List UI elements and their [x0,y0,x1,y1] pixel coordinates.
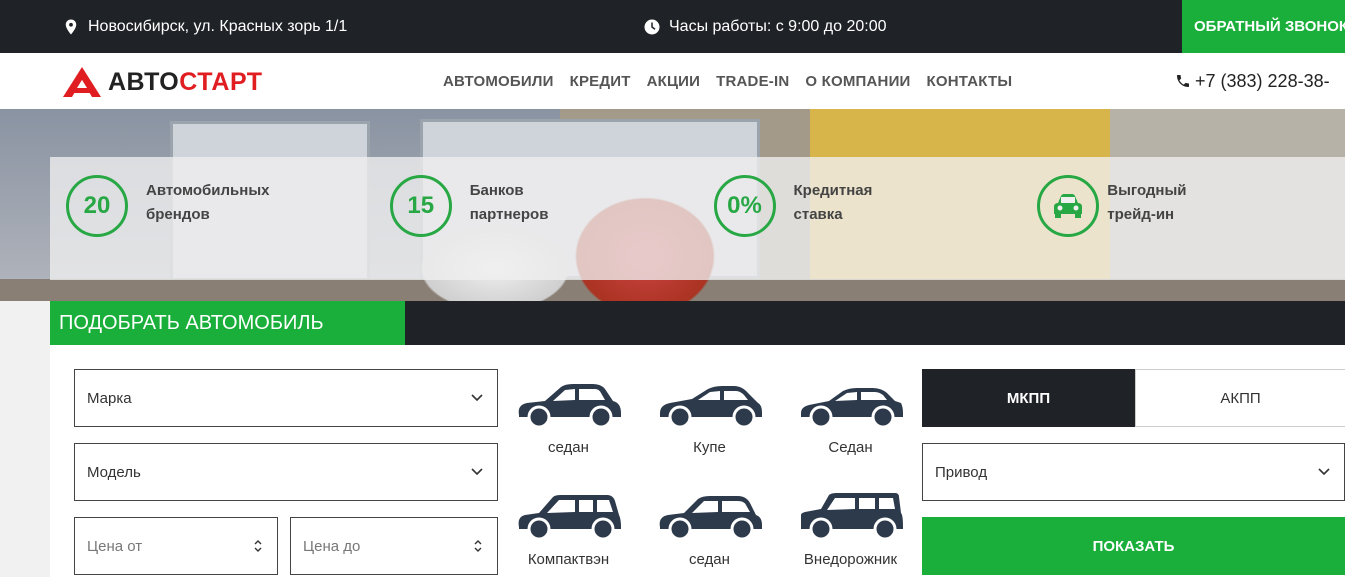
logo-text-part2: СТАРТ [179,67,263,96]
nav-cars[interactable]: АВТОМОБИЛИ [443,73,554,90]
hero-banner: 20 Автомобильных брендов 15 Банков партн… [0,109,1345,301]
stat-label: Кредитная ставка [794,179,944,227]
body-type-label: Седан [828,439,873,456]
hours-text: Часы работы: с 9:00 до 20:00 [669,17,887,35]
body-type-label: Внедорожник [803,551,898,568]
transmission-manual-tab[interactable]: МКПП [922,369,1135,427]
coupe-car-icon [659,386,762,429]
stat-value: 20 [66,175,128,237]
logo-mark-icon [63,67,101,97]
body-type-coupe[interactable]: Купе [652,381,767,491]
stat-label: Выгодный трейд-ин [1107,179,1257,227]
stat-trade-in-circle [1037,175,1100,237]
sedan-car-icon [518,384,621,429]
sedan-car-icon [659,496,762,541]
nav-credit[interactable]: КРЕДИТ [570,73,631,90]
nav-about[interactable]: О КОМПАНИИ [805,73,910,90]
stats-strip: 20 Автомобильных брендов 15 Банков партн… [50,157,1345,280]
price-from-placeholder: Цена от [87,537,143,555]
location-pin-icon [65,19,77,34]
stat-label-line: партнеров [469,206,549,223]
stat-label: Автомобильных брендов [146,179,296,227]
stat-label: Банков партнеров [470,179,620,227]
filter-header: ПОДОБРАТЬ АВТОМОБИЛЬ [50,301,1345,345]
nav-trade-in[interactable]: TRADE-IN [716,73,789,90]
price-from-input[interactable]: Цена от [74,517,278,575]
clock-icon [644,19,660,34]
top-bar: Новосибирск, ул. Красных зорь 1/1 Часы р… [0,0,1345,53]
body-type-label: седан [689,551,730,568]
stat-banks: 15 Банков партнеров [374,157,698,280]
body-type-sedan-2[interactable]: Седан [793,381,908,491]
stat-credit-rate: 0% Кредитная ставка [698,157,1022,280]
suv-car-icon [800,493,903,541]
show-results-button[interactable]: ПОКАЗАТЬ [922,517,1345,575]
stat-trade-in: Выгодный трейд-ин [1021,157,1345,280]
car-filter-form: Марка Модель Цена от Цена до седан Купе [50,345,1345,577]
main-nav: АВТОМОБИЛИ КРЕДИТ АКЦИИ TRADE-IN О КОМПА… [443,53,1028,109]
number-spinner-icon[interactable] [473,538,483,554]
brand-select-label: Марка [87,389,132,407]
number-spinner-icon[interactable] [253,538,263,554]
stat-value: 15 [389,175,452,237]
price-to-input[interactable]: Цена до [290,517,498,575]
stat-label-line: Выгодный [1107,182,1187,199]
stat-value: 0% [713,175,776,237]
body-type-suv[interactable]: Внедорожник [793,493,908,577]
body-type-label: седан [548,439,589,456]
stat-label-line: Банков [469,182,524,199]
brand-select[interactable]: Марка [74,369,498,427]
logo[interactable]: АВТОСТАРТ [62,66,263,98]
nav-promotions[interactable]: АКЦИИ [647,73,701,90]
phone-number: +7 (383) 228-38- [1195,70,1330,91]
body-type-label: Компактвэн [527,551,610,568]
model-select[interactable]: Модель [74,443,498,501]
sedan-car-icon [800,388,903,429]
body-type-compact-van[interactable]: Компактвэн [511,493,626,577]
working-hours: Часы работы: с 9:00 до 20:00 [643,0,886,53]
car-icon [1054,194,1083,218]
stat-label-line: брендов [146,206,210,223]
stat-label-line: трейд-ин [1107,206,1175,223]
body-type-sedan[interactable]: седан [511,381,626,491]
body-type-label: Купе [693,439,726,456]
chevron-down-icon [471,394,483,402]
transmission-auto-tab[interactable]: АКПП [1135,369,1345,427]
compact-van-icon [518,495,621,541]
stat-label-line: Автомобильных [146,182,270,199]
stat-brands: 20 Автомобильных брендов [50,157,374,280]
stat-label-line: Кредитная [793,182,873,199]
address: Новосибирск, ул. Красных зорь 1/1 [62,0,347,53]
chevron-down-icon [471,468,483,476]
chevron-down-icon [1318,468,1330,476]
price-to-placeholder: Цена до [303,537,361,555]
logo-text-part1: АВТО [108,67,180,96]
address-text: Новосибирск, ул. Красных зорь 1/1 [88,17,348,35]
callback-button[interactable]: ОБРАТНЫЙ ЗВОНОК [1182,0,1345,53]
drive-select-label: Привод [935,463,988,481]
phone[interactable]: +7 (383) 228-38- [1175,53,1330,109]
drive-select[interactable]: Привод [922,443,1345,501]
model-select-label: Модель [87,463,141,481]
logo-text: АВТОСТАРТ [108,68,263,97]
main-header: АВТОСТАРТ АВТОМОБИЛИ КРЕДИТ АКЦИИ TRADE-… [0,53,1345,109]
stat-label-line: ставка [793,206,843,223]
body-type-sedan-3[interactable]: седан [652,493,767,577]
phone-icon [1177,75,1189,87]
filter-title: ПОДОБРАТЬ АВТОМОБИЛЬ [50,301,405,345]
nav-contacts[interactable]: КОНТАКТЫ [927,73,1013,90]
